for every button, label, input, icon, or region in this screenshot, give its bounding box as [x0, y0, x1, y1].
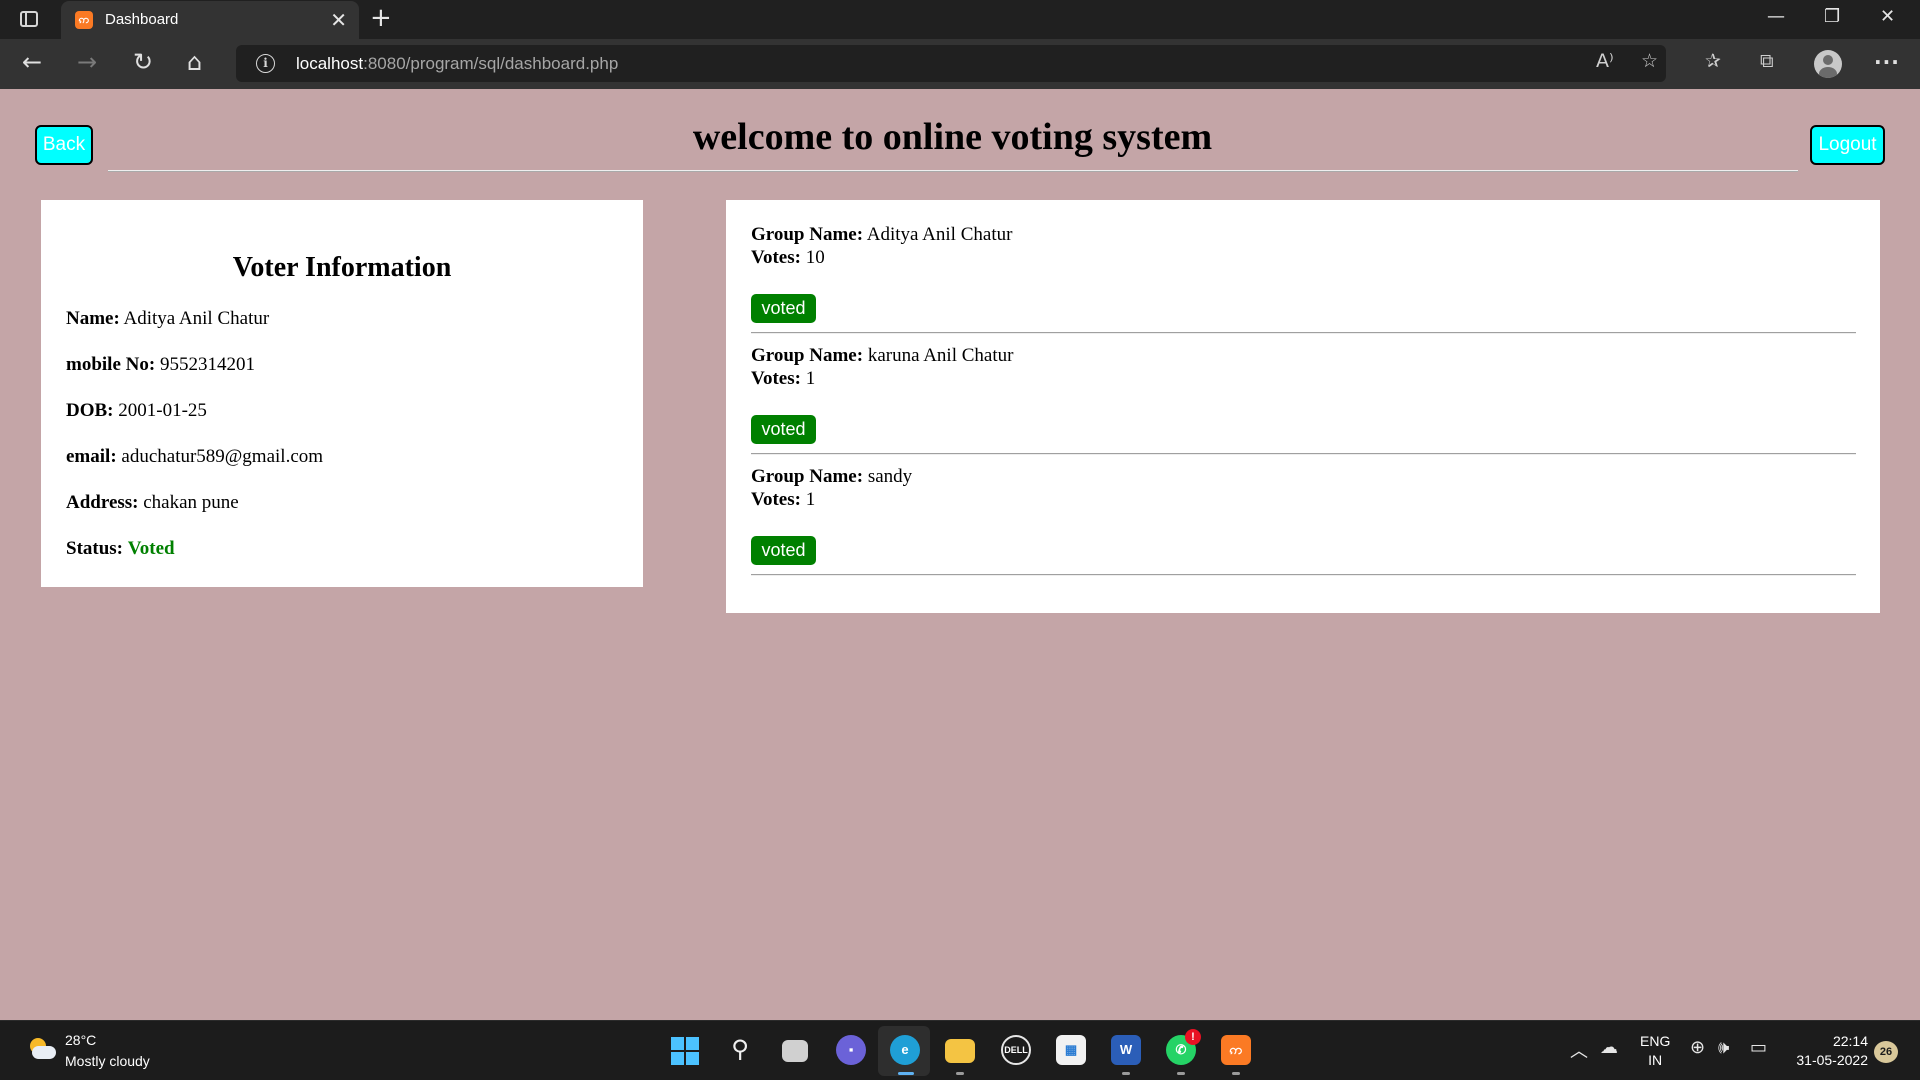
battery-icon[interactable]: ▭	[1750, 1037, 1767, 1058]
voter-status-row: Status: Voted	[66, 538, 175, 559]
more-options-icon[interactable]: ···	[1874, 50, 1900, 74]
group-votes-row: Votes: 1	[751, 368, 816, 389]
weather-description[interactable]: Mostly cloudy	[65, 1053, 150, 1069]
partly-cloudy-weather-icon[interactable]	[26, 1036, 56, 1062]
group-votes-row: Votes: 1	[751, 489, 816, 510]
logout-button[interactable]: Logout	[1810, 125, 1885, 165]
group-name-row: Group Name: sandy	[751, 466, 913, 487]
add-favorite-icon[interactable]: ☆	[1641, 50, 1658, 72]
voter-dob-row: DOB: 2001-01-25	[66, 400, 207, 421]
voter-mobile-row: mobile No: 9552314201	[66, 354, 255, 375]
group-divider	[751, 332, 1856, 334]
show-hidden-icons-chevron-icon[interactable]: ︿	[1570, 1037, 1588, 1063]
windows-start-icon[interactable]	[671, 1037, 699, 1065]
profile-avatar-icon[interactable]	[1814, 50, 1842, 78]
voter-information-card: Voter Information Name: Aditya Anil Chat…	[41, 200, 643, 587]
page-title: welcome to online voting system	[692, 116, 1213, 158]
group-divider	[751, 453, 1856, 455]
address-bar[interactable]: i localhost:8080/program/sql/dashboard.p…	[236, 45, 1666, 82]
favorites-icon[interactable]: ✰	[1705, 50, 1721, 72]
explorer-running-indicator	[956, 1072, 964, 1075]
home-icon[interactable]: ⌂	[187, 48, 202, 76]
browser-tab-bar: ဢ Dashboard ✕ + — ❐ ✕	[0, 0, 1920, 39]
teams-chat-icon[interactable]: ▪	[836, 1035, 866, 1065]
voter-address-row: Address: chakan pune	[66, 492, 239, 513]
xampp-favicon-icon: ဢ	[75, 11, 93, 29]
title-divider	[108, 170, 1798, 172]
minimize-icon[interactable]: —	[1767, 6, 1785, 27]
status-value: Voted	[127, 538, 175, 559]
onedrive-cloud-icon[interactable]: ☁	[1600, 1037, 1618, 1058]
microsoft-store-icon[interactable]: ▦	[1056, 1035, 1086, 1065]
dell-icon[interactable]: DELL	[1001, 1035, 1031, 1065]
tab-title: Dashboard	[105, 11, 179, 28]
voted-button[interactable]: voted	[751, 415, 816, 444]
weather-temperature[interactable]: 28°C	[65, 1032, 96, 1048]
system-clock[interactable]: 22:14 31-05-2022	[1778, 1032, 1868, 1070]
group-name-row: Group Name: karuna Anil Chatur	[751, 345, 1014, 366]
browser-toolbar: ← → ↻ ⌂ i localhost:8080/program/sql/das…	[0, 39, 1920, 89]
windows-taskbar: 28°C Mostly cloudy ⚲ ▪ e DELL ▦ W ✆ ! ဢ …	[0, 1020, 1920, 1080]
collections-icon[interactable]: ⧉	[1760, 50, 1774, 72]
word-icon[interactable]: W	[1111, 1035, 1141, 1065]
voted-button[interactable]: voted	[751, 536, 816, 565]
dashboard-page: Back welcome to online voting system Log…	[0, 89, 1920, 1020]
network-globe-icon[interactable]: ⊕	[1690, 1037, 1705, 1058]
xampp-icon[interactable]: ဢ	[1221, 1035, 1251, 1065]
input-language[interactable]: ENG IN	[1640, 1032, 1670, 1070]
close-tab-icon[interactable]: ✕	[330, 8, 347, 32]
tab-actions-icon[interactable]	[20, 11, 38, 27]
group-divider	[751, 574, 1856, 576]
group-name-row: Group Name: Aditya Anil Chatur	[751, 224, 1013, 245]
site-info-icon[interactable]: i	[256, 54, 275, 73]
url-text[interactable]: localhost:8080/program/sql/dashboard.php	[296, 54, 618, 74]
restore-icon[interactable]: ❐	[1824, 6, 1840, 27]
close-window-icon[interactable]: ✕	[1880, 6, 1895, 27]
group-votes-row: Votes: 10	[751, 247, 825, 268]
edge-browser-icon[interactable]: e	[890, 1035, 920, 1065]
voter-email-row: email: aduchatur589@gmail.com	[66, 446, 324, 467]
notification-count-badge[interactable]: 26	[1874, 1041, 1898, 1063]
volume-icon[interactable]: 🕪	[1718, 1037, 1729, 1058]
voted-button[interactable]: voted	[751, 294, 816, 323]
file-explorer-icon[interactable]	[945, 1039, 975, 1063]
forward-arrow-icon[interactable]: →	[77, 48, 97, 76]
voter-name-row: Name: Aditya Anil Chatur	[66, 308, 270, 329]
back-arrow-icon[interactable]: ←	[22, 48, 42, 76]
browser-tab-dashboard[interactable]: ဢ Dashboard ✕	[61, 1, 359, 39]
whatsapp-notification-badge: !	[1185, 1029, 1201, 1045]
read-aloud-icon[interactable]: A⁾	[1596, 50, 1614, 72]
groups-list-card: Group Name: Aditya Anil Chatur Votes: 10…	[726, 200, 1880, 613]
xampp-running-indicator	[1232, 1072, 1240, 1075]
whatsapp-running-indicator	[1177, 1072, 1185, 1075]
task-view-icon[interactable]	[782, 1040, 808, 1062]
word-running-indicator	[1122, 1072, 1130, 1075]
refresh-icon[interactable]: ↻	[133, 48, 153, 76]
search-icon[interactable]: ⚲	[725, 1035, 755, 1065]
new-tab-icon[interactable]: +	[370, 3, 392, 33]
voter-information-heading: Voter Information	[232, 252, 452, 283]
edge-running-indicator	[898, 1072, 914, 1075]
